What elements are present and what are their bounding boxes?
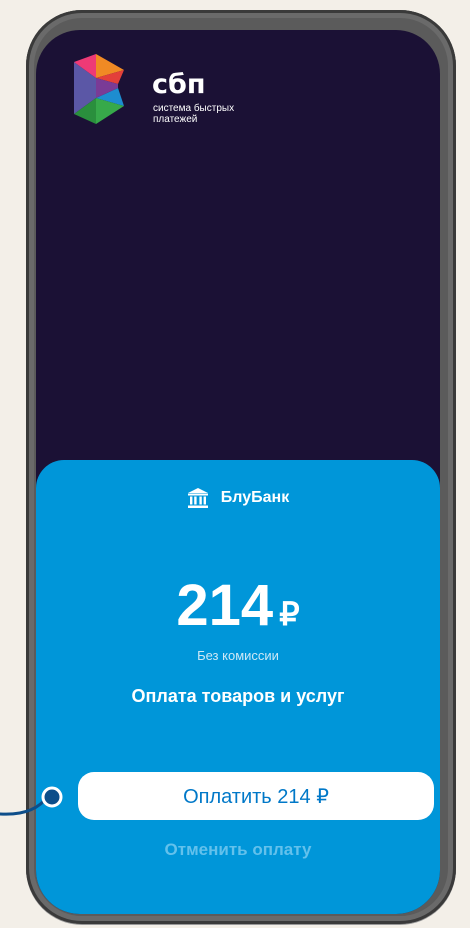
sbp-logo: сбп система быстрых платежей <box>72 50 252 130</box>
bank-name: БлуБанк <box>220 489 290 506</box>
bank-row: БлуБанк <box>36 480 440 516</box>
pay-button[interactable]: Оплатить 214 ₽ <box>78 772 434 820</box>
pointer-callout <box>0 786 63 816</box>
logo-subtitle: система быстрых платежей <box>153 103 235 125</box>
phone-screen: сбп система быстрых платежей БлуБанк 214… <box>36 30 440 914</box>
fee-note: Без комиссии <box>197 648 279 663</box>
bank-icon <box>187 488 208 508</box>
sbp-logo-icon <box>74 54 124 124</box>
amount-currency: ₽ <box>279 596 300 632</box>
cancel-payment-button[interactable]: Отменить оплату <box>36 830 440 870</box>
payment-amount: 214 ₽ <box>36 572 440 639</box>
payment-purpose: Оплата товаров и услуг <box>131 686 345 706</box>
amount-value: 214 <box>176 573 274 638</box>
payment-sheet: БлуБанк 214 ₽ Без комиссии Оплата товаров… <box>36 460 440 914</box>
logo-name: сбп <box>152 69 206 100</box>
